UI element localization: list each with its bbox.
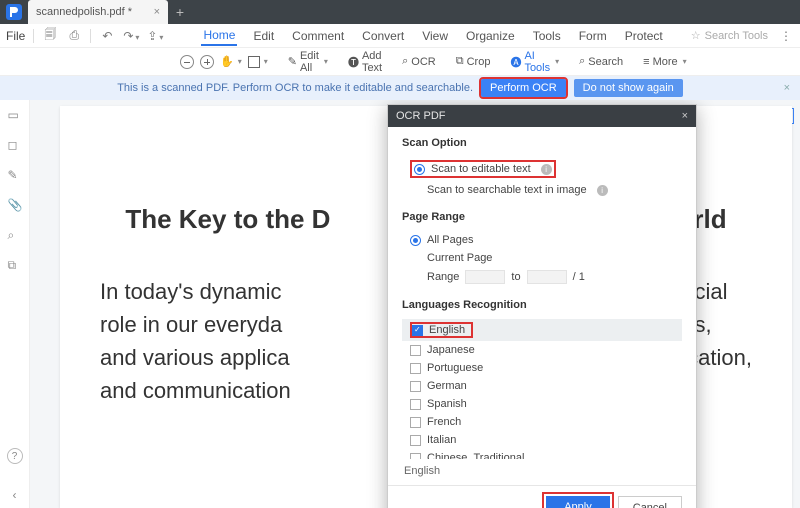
dont-show-again-button[interactable]: Do not show again: [574, 79, 683, 97]
ocr-dialog: OCR PDF × Scan Option Scan to editable t…: [387, 104, 697, 508]
lang-chinese-traditional[interactable]: Chinese_Traditional: [402, 449, 682, 459]
layers-icon[interactable]: ⧉: [8, 258, 22, 272]
languages-heading: Languages Recognition: [402, 299, 682, 311]
zoom-out-icon[interactable]: [180, 55, 194, 69]
close-icon[interactable]: ×: [682, 110, 688, 122]
titlebar: scannedpolish.pdf * × +: [0, 0, 800, 24]
workspace: ▭ ◻ ✎ 📎 ⌕ ⧉ ? ‹ ◎ M The Key to the D Wor…: [0, 100, 800, 508]
tab-home[interactable]: Home: [201, 26, 237, 46]
apply-button[interactable]: Apply: [546, 496, 610, 508]
ocr-notice: This is a scanned PDF. Perform OCR to ma…: [0, 76, 800, 100]
undo-icon[interactable]: ↶: [99, 29, 115, 43]
crop-button[interactable]: ⧉ Crop: [456, 55, 491, 68]
checkbox-icon[interactable]: [412, 325, 423, 336]
ocr-button[interactable]: ⌕ OCR: [402, 55, 436, 68]
attachments-icon[interactable]: 📎: [8, 198, 22, 212]
search-panel-icon[interactable]: ⌕: [8, 228, 22, 242]
tab-organize[interactable]: Organize: [464, 27, 517, 45]
ai-tools-button[interactable]: 🅐 AI Tools: [510, 50, 559, 74]
thumbnails-icon[interactable]: ▭: [8, 108, 22, 122]
menubar: File 🗐 ⎙ ↶ ↷ ⇪ Home Edit Comment Convert…: [0, 24, 800, 48]
range-option[interactable]: Range to / 1: [402, 267, 682, 287]
lang-italian[interactable]: Italian: [402, 431, 682, 449]
zoom-in-icon[interactable]: [200, 55, 214, 69]
more-button[interactable]: ≡ More: [643, 56, 687, 68]
tab-edit[interactable]: Edit: [251, 27, 276, 45]
tab-title: scannedpolish.pdf *: [36, 6, 132, 18]
tab-comment[interactable]: Comment: [290, 27, 346, 45]
tab-tools[interactable]: Tools: [531, 27, 563, 45]
add-text-button[interactable]: 🅣 Add Text: [348, 50, 382, 74]
current-page-option[interactable]: Current Page: [402, 249, 682, 267]
hand-tool[interactable]: ✋: [220, 55, 242, 68]
new-tab-button[interactable]: +: [168, 0, 192, 24]
edit-all-button[interactable]: ✎ Edit All: [288, 50, 328, 74]
collapse-icon[interactable]: ‹: [13, 488, 17, 502]
radio-icon[interactable]: [410, 235, 421, 246]
help-icon[interactable]: ?: [7, 448, 23, 464]
close-icon[interactable]: ×: [784, 82, 790, 94]
dialog-title: OCR PDF: [396, 110, 446, 122]
perform-ocr-button[interactable]: Perform OCR: [481, 79, 566, 97]
comments-icon[interactable]: ✎: [8, 168, 22, 182]
cancel-button[interactable]: Cancel: [618, 496, 682, 508]
file-menu[interactable]: File: [6, 29, 25, 43]
print-icon[interactable]: ⎙: [66, 28, 82, 43]
dialog-titlebar[interactable]: OCR PDF ×: [388, 105, 696, 127]
save-icon[interactable]: 🗐: [42, 25, 58, 46]
document-tab[interactable]: scannedpolish.pdf * ×: [28, 0, 168, 24]
upload-icon[interactable]: ⇪: [147, 29, 163, 43]
search-tools[interactable]: ☆ Search Tools: [691, 29, 768, 42]
app-logo: [0, 0, 28, 24]
close-icon[interactable]: ×: [154, 6, 160, 18]
lang-japanese[interactable]: Japanese: [402, 341, 682, 359]
tab-view[interactable]: View: [420, 27, 450, 45]
all-pages-option[interactable]: All Pages: [402, 231, 682, 249]
lang-french[interactable]: French: [402, 413, 682, 431]
left-rail: ▭ ◻ ✎ 📎 ⌕ ⧉ ? ‹: [0, 100, 30, 508]
lang-spanish[interactable]: Spanish: [402, 395, 682, 413]
settings-icon[interactable]: ⋮: [778, 29, 794, 43]
select-tool[interactable]: [248, 56, 268, 68]
ribbon-tabs: Home Edit Comment Convert View Organize …: [201, 26, 672, 46]
redo-icon[interactable]: ↷: [123, 29, 139, 43]
scan-option-heading: Scan Option: [402, 137, 682, 149]
lang-german[interactable]: German: [402, 377, 682, 395]
search-button[interactable]: ⌕ Search: [579, 55, 623, 68]
lang-english[interactable]: English: [402, 319, 682, 341]
bookmarks-icon[interactable]: ◻: [8, 138, 22, 152]
notice-text: This is a scanned PDF. Perform OCR to ma…: [117, 82, 473, 94]
language-list[interactable]: English Japanese Portuguese German Spani…: [402, 319, 682, 459]
toolbar: ✋ ✎ Edit All 🅣 Add Text ⌕ OCR ⧉ Crop 🅐 A…: [0, 48, 800, 76]
tab-convert[interactable]: Convert: [360, 27, 406, 45]
tab-form[interactable]: Form: [577, 27, 609, 45]
selected-languages: English: [402, 459, 682, 479]
document-canvas: ◎ M The Key to the D World In today's dy…: [30, 100, 800, 508]
page-range-heading: Page Range: [402, 211, 682, 223]
info-icon[interactable]: i: [597, 185, 608, 196]
range-from-input[interactable]: [465, 270, 505, 284]
lang-portuguese[interactable]: Portuguese: [402, 359, 682, 377]
info-icon[interactable]: i: [541, 164, 552, 175]
scan-searchable-option[interactable]: Scan to searchable text in image i: [402, 181, 682, 199]
range-to-input[interactable]: [527, 270, 567, 284]
radio-icon[interactable]: [414, 164, 425, 175]
scan-editable-option[interactable]: Scan to editable text i: [410, 160, 556, 178]
tab-protect[interactable]: Protect: [623, 27, 665, 45]
